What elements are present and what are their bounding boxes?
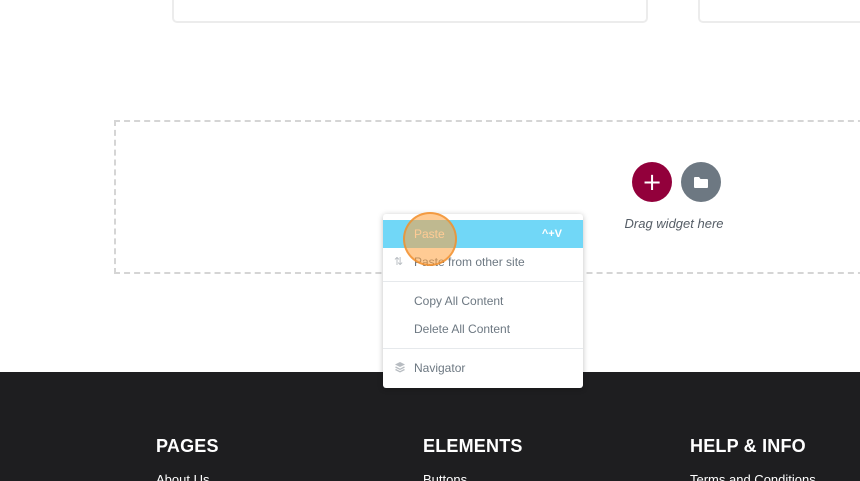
menu-item-copy-all-content[interactable]: Copy All Content <box>383 287 583 315</box>
content-card <box>172 0 648 23</box>
menu-item-label: Copy All Content <box>414 294 504 308</box>
content-card <box>698 0 860 23</box>
footer-link[interactable]: Terms and Conditions <box>690 472 816 481</box>
menu-divider <box>383 281 583 282</box>
menu-item-label: Delete All Content <box>414 322 511 336</box>
menu-item-label: Paste from other site <box>414 255 525 269</box>
layers-icon <box>394 361 406 375</box>
arrows-updown-icon: ⇅ <box>394 255 404 268</box>
site-footer: PAGES About Us ELEMENTS Buttons HELP & I… <box>0 372 860 481</box>
footer-heading-help-info: HELP & INFO <box>690 436 806 456</box>
menu-item-navigator[interactable]: Navigator <box>383 354 583 382</box>
folder-icon <box>694 176 708 188</box>
add-section-button[interactable]: + <box>632 162 672 202</box>
menu-divider <box>383 348 583 349</box>
menu-item-paste[interactable]: Paste ^+V <box>383 220 583 248</box>
drag-widget-hint: Drag widget here <box>624 216 724 231</box>
context-menu: Paste ^+V ⇅ Paste from other site Copy A… <box>383 214 583 388</box>
footer-link[interactable]: About Us <box>156 472 209 481</box>
menu-item-delete-all-content[interactable]: Delete All Content <box>383 315 583 343</box>
menu-item-label: Paste <box>414 227 445 241</box>
footer-heading-pages: PAGES <box>156 436 219 456</box>
editor-canvas: + Drag widget here PAGES About Us ELEMEN… <box>0 0 860 481</box>
footer-heading-elements: ELEMENTS <box>423 436 523 456</box>
menu-item-label: Navigator <box>414 361 466 375</box>
shortcut-label: ^+V <box>541 228 562 240</box>
plus-icon: + <box>641 168 663 196</box>
menu-item-paste-from-other-site[interactable]: ⇅ Paste from other site <box>383 248 583 276</box>
footer-link[interactable]: Buttons <box>423 472 467 481</box>
add-template-button[interactable] <box>681 162 721 202</box>
